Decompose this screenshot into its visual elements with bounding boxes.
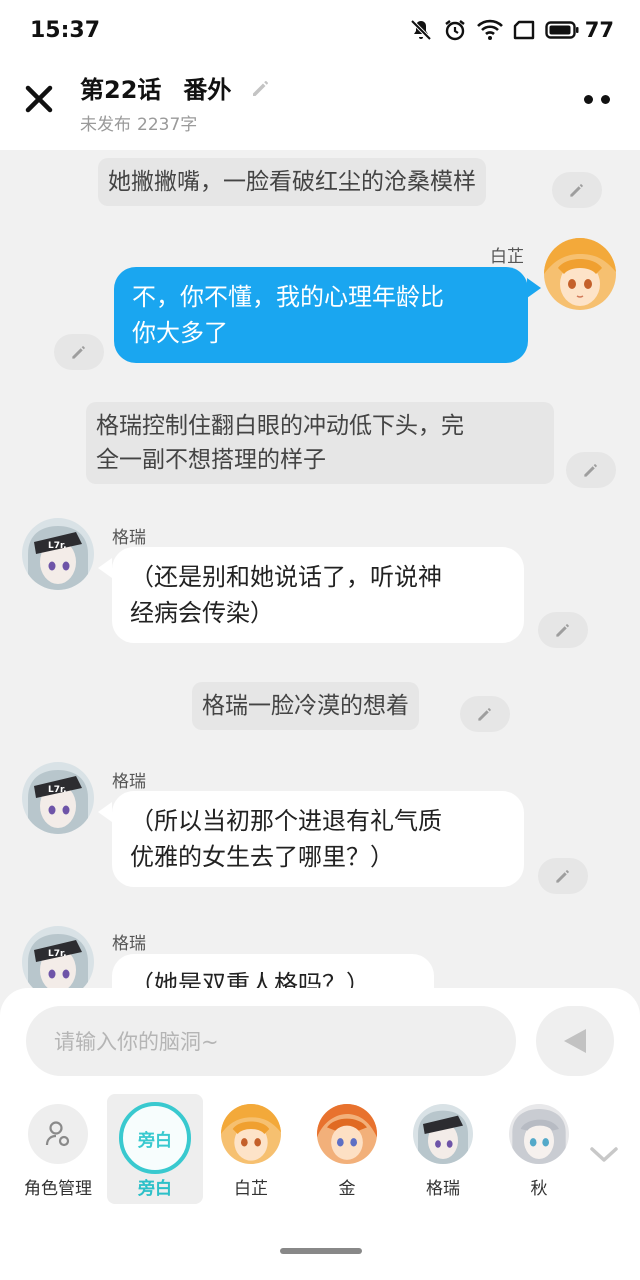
status-bar: 15:37 77 xyxy=(0,0,640,62)
role-jin[interactable]: 金 xyxy=(299,1094,395,1204)
narration-line: 格瑞控制住翻白眼的冲动低下头，完 xyxy=(96,413,464,439)
pencil-icon xyxy=(556,870,569,883)
status-time: 15:37 xyxy=(30,18,101,43)
home-indicator[interactable] xyxy=(280,1248,362,1254)
role-gerui[interactable]: 格瑞 xyxy=(395,1094,491,1204)
edit-message-button[interactable] xyxy=(552,172,602,208)
message-line: （所以当初那个进退有礼气质 xyxy=(130,807,442,835)
pencil-icon xyxy=(570,184,583,197)
alarm-icon xyxy=(445,20,465,41)
bubble-tail xyxy=(98,558,112,578)
role-label: 旁白 xyxy=(138,1179,172,1199)
message-bubble-left[interactable]: （她是双重人格吗？） xyxy=(112,954,434,990)
narration-message[interactable]: 她撇撇嘴，一脸看破红尘的沧桑模样 xyxy=(98,158,486,206)
message-line: 优雅的女生去了哪里？） xyxy=(130,843,394,871)
avatar-gerui[interactable]: L7r. xyxy=(22,762,94,834)
more-dot xyxy=(584,94,593,104)
wifi-icon xyxy=(476,19,503,40)
edit-message-button[interactable] xyxy=(460,696,510,732)
narration-circle-text: 旁白 xyxy=(138,1130,172,1151)
role-label: 秋 xyxy=(530,1179,548,1199)
svg-text:L7r.: L7r. xyxy=(48,785,67,795)
avatar-gerui[interactable]: L7r. xyxy=(22,518,94,590)
narration-line: 全一副不想搭理的样子 xyxy=(96,447,326,473)
message-line: 你大多了 xyxy=(132,319,228,347)
battery-level: 77 xyxy=(584,18,614,42)
speaker-name: 格瑞 xyxy=(112,934,146,954)
input-placeholder: 请输入你的脑洞~ xyxy=(54,1030,219,1054)
bubble-tail xyxy=(527,278,541,298)
chapter-number: 第22话 xyxy=(80,76,162,104)
message-bubble-left[interactable]: （所以当初那个进退有礼气质 优雅的女生去了哪里？） xyxy=(112,791,524,887)
role-label: 金 xyxy=(338,1179,356,1199)
publish-status: 未发布 xyxy=(80,115,131,135)
role-manage-icon xyxy=(28,1104,88,1164)
role-baizhi[interactable]: 白芷 xyxy=(203,1094,299,1204)
send-icon xyxy=(564,1029,586,1053)
avatar-baizhi xyxy=(221,1104,281,1164)
message-line: 经病会传染） xyxy=(130,599,274,627)
role-selector: 角色管理 旁白 旁白 白芷 金 格瑞 秋 xyxy=(0,1094,640,1204)
sim-icon xyxy=(513,20,534,40)
avatar-gerui[interactable]: L7r. xyxy=(22,926,94,990)
role-qiu[interactable]: 秋 xyxy=(491,1094,587,1204)
edit-message-button[interactable] xyxy=(538,858,588,894)
chat-area[interactable]: 她撇撇嘴，一脸看破红尘的沧桑模样 白芷 不，你不懂，我的心理年龄比 你大多了 格… xyxy=(0,150,640,990)
message-bubble-left[interactable]: （还是别和她说话了，听说神 经病会传染） xyxy=(112,547,524,643)
pencil-icon xyxy=(556,624,569,637)
edit-message-button[interactable] xyxy=(54,334,104,370)
avatar-gerui xyxy=(413,1104,473,1164)
chapter-subtitle: 番外 xyxy=(183,76,232,104)
svg-text:L7r.: L7r. xyxy=(48,949,67,959)
close-icon[interactable] xyxy=(22,82,56,116)
more-dot xyxy=(601,94,610,104)
narration-message[interactable]: 格瑞一脸冷漠的想着 xyxy=(192,682,419,730)
role-label: 白芷 xyxy=(234,1179,268,1199)
speaker-name: 格瑞 xyxy=(112,772,146,792)
page-title[interactable]: 第22话 番外 xyxy=(80,70,273,105)
status-icons: 77 xyxy=(409,18,614,42)
pencil-icon xyxy=(478,708,491,721)
word-count: 2237字 xyxy=(137,115,198,135)
role-manage-button[interactable]: 角色管理 xyxy=(10,1094,106,1204)
message-line: （她是双重人格吗？） xyxy=(130,970,370,990)
pencil-icon xyxy=(72,346,85,359)
message-bubble-right[interactable]: 不，你不懂，我的心理年龄比 你大多了 xyxy=(114,267,528,363)
header: 第22话 番外 未发布 2237字 xyxy=(0,62,640,150)
role-narration[interactable]: 旁白 旁白 xyxy=(107,1094,203,1204)
edit-title-icon[interactable] xyxy=(249,76,273,100)
bubble-tail xyxy=(98,802,112,822)
narration-text: 格瑞一脸冷漠的想着 xyxy=(202,693,409,719)
avatar-jin xyxy=(317,1104,377,1164)
avatar-qiu xyxy=(509,1104,569,1164)
pencil-icon xyxy=(584,464,597,477)
role-label: 角色管理 xyxy=(24,1179,92,1199)
role-label: 格瑞 xyxy=(426,1179,460,1199)
speaker-name: 白芷 xyxy=(490,247,524,267)
composer-panel: 请输入你的脑洞~ 角色管理 旁白 旁白 白芷 金 格瑞 秋 xyxy=(0,988,640,1280)
narration-message[interactable]: 格瑞控制住翻白眼的冲动低下头，完 全一副不想搭理的样子 xyxy=(86,402,554,484)
speaker-name: 格瑞 xyxy=(112,528,146,548)
narration-role-icon: 旁白 xyxy=(119,1102,191,1174)
message-line: 不，你不懂，我的心理年龄比 xyxy=(132,283,444,311)
send-button[interactable] xyxy=(536,1006,614,1076)
edit-message-button[interactable] xyxy=(538,612,588,648)
message-line: （还是别和她说话了，听说神 xyxy=(130,563,442,591)
narration-text: 她撇撇嘴，一脸看破红尘的沧桑模样 xyxy=(108,169,476,195)
avatar-baizhi[interactable] xyxy=(544,238,616,310)
chevron-down-icon[interactable] xyxy=(586,1142,622,1166)
edit-message-button[interactable] xyxy=(566,452,616,488)
svg-text:L7r.: L7r. xyxy=(48,541,67,551)
mute-icon xyxy=(410,19,432,41)
battery-icon xyxy=(545,21,579,39)
story-input[interactable]: 请输入你的脑洞~ xyxy=(26,1006,516,1076)
chapter-meta: 未发布 2237字 xyxy=(80,110,197,135)
more-options-button[interactable] xyxy=(584,92,614,106)
